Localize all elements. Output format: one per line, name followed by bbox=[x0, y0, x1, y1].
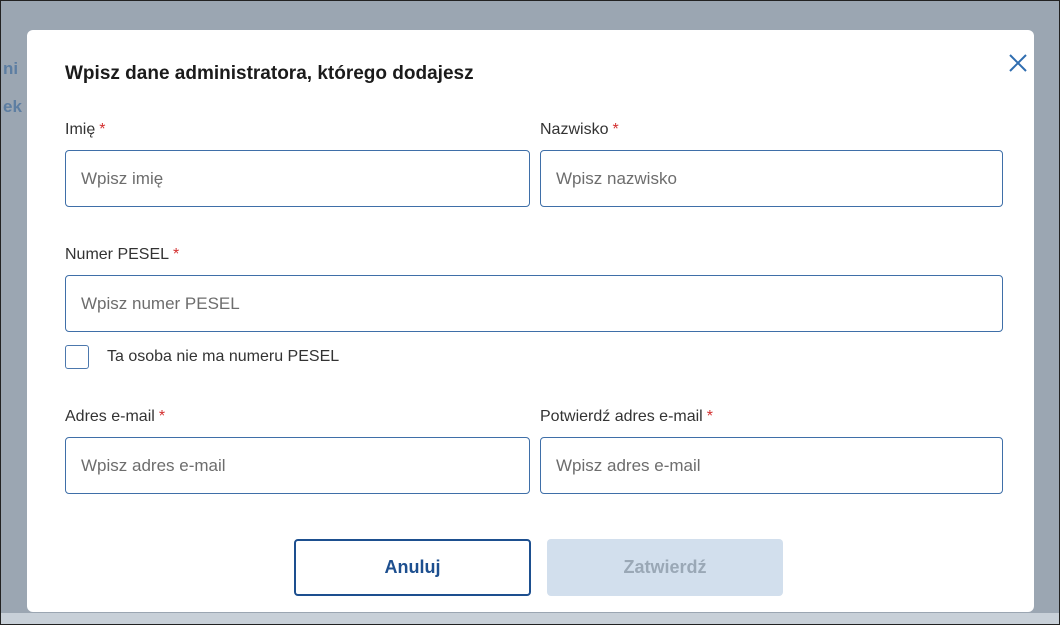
close-icon bbox=[1009, 54, 1027, 72]
email-label: Adres e-mail * bbox=[65, 408, 165, 426]
first-name-input[interactable] bbox=[65, 150, 530, 207]
email-confirm-label-text: Potwierdź adres e-mail bbox=[540, 408, 703, 425]
pesel-label: Numer PESEL * bbox=[65, 246, 179, 264]
required-mark: * bbox=[706, 408, 713, 425]
pesel-label-text: Numer PESEL bbox=[65, 246, 170, 263]
email-confirm-input[interactable] bbox=[540, 437, 1003, 494]
last-name-label: Nazwisko * bbox=[540, 121, 619, 139]
background-page-fragment: ek bbox=[3, 97, 22, 116]
last-name-input[interactable] bbox=[540, 150, 1003, 207]
required-mark: * bbox=[173, 246, 180, 263]
dialog-title: Wpisz dane administratora, którego dodaj… bbox=[65, 63, 474, 84]
screen-frame: ni ek Wpisz dane administratora, którego… bbox=[0, 0, 1060, 625]
required-mark: * bbox=[612, 121, 619, 138]
first-name-label-text: Imię bbox=[65, 121, 96, 138]
email-confirm-label: Potwierdź adres e-mail * bbox=[540, 408, 713, 426]
required-mark: * bbox=[158, 408, 166, 425]
email-input[interactable] bbox=[65, 437, 530, 494]
cancel-button[interactable]: Anuluj bbox=[294, 539, 531, 596]
last-name-label-text: Nazwisko bbox=[540, 121, 609, 138]
background-page-fragment: ni bbox=[3, 59, 19, 78]
no-pesel-checkbox[interactable] bbox=[65, 345, 89, 369]
background-page-strip bbox=[1, 613, 1059, 624]
pesel-input[interactable] bbox=[65, 275, 1003, 332]
required-mark: * bbox=[99, 121, 106, 138]
email-label-text: Adres e-mail bbox=[65, 408, 155, 425]
submit-button[interactable]: Zatwierdź bbox=[547, 539, 783, 596]
no-pesel-checkbox-label[interactable]: Ta osoba nie ma numeru PESEL bbox=[107, 348, 339, 366]
close-button[interactable] bbox=[1005, 50, 1031, 76]
first-name-label: Imię * bbox=[65, 121, 105, 139]
add-administrator-dialog: Wpisz dane administratora, którego dodaj… bbox=[27, 30, 1034, 612]
